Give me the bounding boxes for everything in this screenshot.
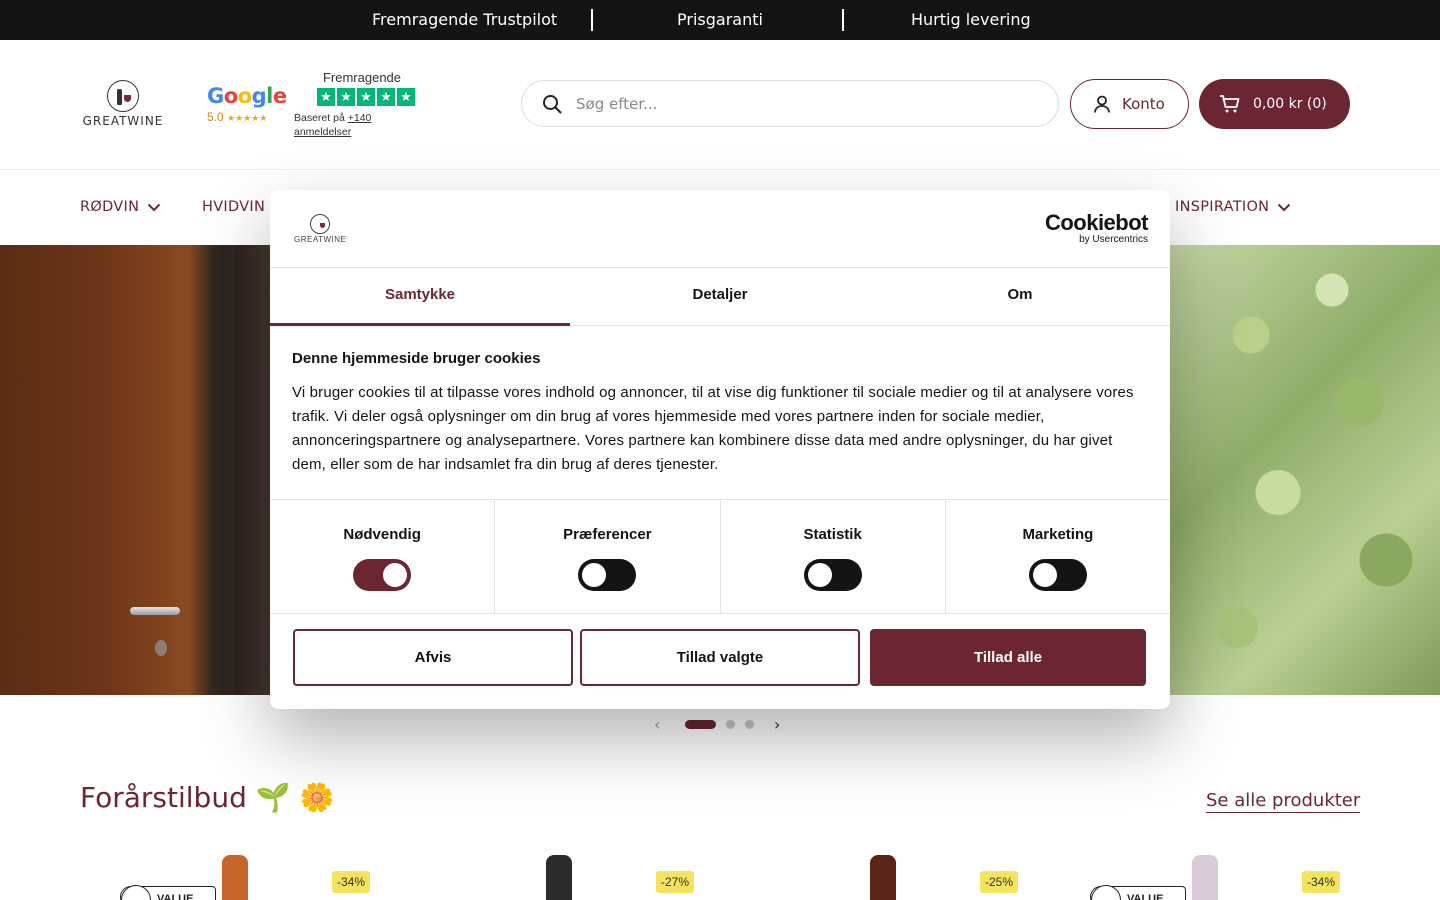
google-score: 5.0 ★★★★★: [207, 110, 268, 124]
star-icon: ★: [377, 88, 395, 106]
wine-bottle-image: [1192, 855, 1218, 900]
hero-image-door-handle: [130, 607, 180, 615]
hero-image-door: [0, 245, 270, 695]
cart-total: 0,00 kr (0): [1253, 96, 1327, 112]
category-label: Statistik: [803, 526, 862, 543]
product-card[interactable]: VALUE -34%: [80, 850, 400, 900]
cart-button[interactable]: 0,00 kr (0): [1199, 79, 1350, 129]
carousel-dot[interactable]: [726, 720, 735, 729]
hero-carousel-controls: ‹ ›: [650, 713, 790, 735]
product-card[interactable]: -27%: [404, 850, 724, 900]
category-necessary: Nødvendig: [270, 500, 496, 613]
user-icon: [1094, 95, 1110, 113]
account-label: Konto: [1122, 95, 1165, 113]
chevron-left-icon[interactable]: ‹: [654, 715, 660, 734]
nav-item-inspiration[interactable]: INSPIRATION: [1175, 199, 1291, 215]
usp-divider: [842, 9, 844, 31]
cookie-dialog-tabs: Samtykke Detaljer Om: [270, 268, 1170, 326]
nav-item-hvidvin[interactable]: HVIDVIN: [202, 199, 265, 215]
search-icon: [543, 95, 562, 114]
wine-bottle-icon: [107, 80, 139, 112]
cookiebot-name: Cookiebot: [1044, 210, 1149, 235]
category-label: Marketing: [1022, 526, 1094, 543]
hero-image-doorframe: [235, 245, 270, 695]
cookie-dialog-actions: Afvis Tillad valgte Tillad alle: [270, 614, 1170, 709]
cookie-dialog-header: GREATWINE Cookiebot by Usercentrics: [270, 190, 1170, 268]
marketing-toggle[interactable]: [1028, 559, 1087, 591]
star-icon: ★: [357, 88, 375, 106]
usp-bar: Fremragende Trustpilot Prisgaranti Hurti…: [0, 0, 1440, 40]
star-icons: ★★★★★: [227, 113, 268, 123]
toggle-knob: [807, 563, 832, 587]
cookie-category-toggles: Nødvendig Præferencer Statistik Marketin…: [270, 499, 1170, 614]
usp-trustpilot: Fremragende Trustpilot: [372, 10, 558, 29]
trustpilot-stars: ★ ★ ★ ★ ★: [317, 88, 418, 106]
category-preferences: Præferencer: [495, 500, 721, 613]
account-button[interactable]: Konto: [1070, 79, 1189, 129]
tab-detaljer[interactable]: Detaljer: [570, 268, 870, 325]
allow-selected-button[interactable]: Tillad valgte: [580, 629, 860, 686]
chevron-down-icon: [1278, 203, 1291, 211]
cookie-dialog-body: Denne hjemmeside bruger cookies Vi bruge…: [292, 350, 1148, 477]
discount-badge: -34%: [1302, 871, 1341, 893]
usp-price-guarantee: Prisgaranti: [677, 10, 763, 29]
see-all-products-link[interactable]: Se alle produkter: [1206, 790, 1361, 813]
value-badge: VALUE: [1090, 885, 1186, 900]
value-badge: VALUE: [120, 885, 216, 900]
cookie-dialog-text: Vi bruger cookies til at tilpasse vores …: [292, 384, 1134, 473]
category-statistics: Statistik: [721, 500, 946, 613]
section-title: Forårstilbud 🌱 🌼: [80, 781, 335, 814]
category-label: Præferencer: [563, 526, 652, 543]
search-bar[interactable]: [521, 80, 1059, 127]
site-logo[interactable]: GREATWINE: [80, 80, 166, 128]
allow-all-button[interactable]: Tillad alle: [870, 629, 1146, 686]
discount-badge: -25%: [980, 871, 1019, 893]
usp-fast-delivery: Hurtig levering: [911, 10, 1031, 29]
search-input[interactable]: [576, 91, 1036, 117]
cart-icon: [1220, 95, 1240, 113]
wine-bottle-icon: [310, 214, 330, 234]
dialog-logo-text: GREATWINE: [294, 235, 347, 244]
product-card[interactable]: VALUE -34%: [1050, 850, 1370, 900]
nav-item-rodvin[interactable]: RØDVIN: [80, 199, 161, 215]
dialog-site-logo: GREATWINE: [294, 214, 346, 244]
carousel-dot[interactable]: [745, 720, 754, 729]
toggle-knob: [1032, 563, 1057, 587]
wine-bottle-image: [222, 855, 248, 900]
wine-bottle-image: [546, 855, 572, 900]
toggle-knob: [383, 563, 408, 587]
toggle-knob: [582, 563, 607, 587]
cookie-dialog-heading: Denne hjemmeside bruger cookies: [292, 350, 541, 367]
star-icon: ★: [397, 88, 415, 106]
chevron-down-icon: [148, 203, 161, 211]
star-icon: ★: [317, 88, 335, 106]
statistics-toggle[interactable]: [803, 559, 862, 591]
trustpilot-widget[interactable]: Fremragende ★ ★ ★ ★ ★ Baseret på +140 an…: [294, 70, 418, 139]
chevron-right-icon[interactable]: ›: [774, 715, 780, 734]
site-header: GREATWINE Google 5.0 ★★★★★ Fremragende ★…: [0, 40, 1440, 170]
discount-badge: -34%: [332, 871, 371, 893]
tab-om[interactable]: Om: [870, 268, 1170, 325]
trustpilot-label: Fremragende: [322, 70, 402, 85]
cookiebot-logo[interactable]: Cookiebot by Usercentrics: [1044, 210, 1149, 245]
hero-image-vines: [1170, 245, 1440, 695]
discount-badge: -27%: [656, 871, 695, 893]
tab-samtykke[interactable]: Samtykke: [270, 268, 570, 326]
category-label: Nødvendig: [343, 526, 421, 543]
wine-bottle-image: [870, 855, 896, 900]
google-wordmark: Google: [207, 84, 287, 108]
cookie-consent-dialog: GREATWINE Cookiebot by Usercentrics Samt…: [270, 190, 1170, 709]
reject-button[interactable]: Afvis: [293, 629, 573, 686]
necessary-toggle[interactable]: [353, 559, 412, 591]
star-icon: ★: [337, 88, 355, 106]
carousel-dot-active[interactable]: [685, 720, 716, 729]
category-marketing: Marketing: [946, 500, 1170, 613]
preferences-toggle[interactable]: [578, 559, 637, 591]
logo-text: GREATWINE: [82, 114, 164, 128]
hero-image-door-lock: [155, 640, 167, 656]
usp-divider: [591, 9, 593, 31]
product-card[interactable]: -25%: [728, 850, 1048, 900]
google-rating[interactable]: Google 5.0 ★★★★★: [207, 84, 287, 124]
trustpilot-review-count: Baseret på +140 anmeldelser: [294, 112, 372, 138]
